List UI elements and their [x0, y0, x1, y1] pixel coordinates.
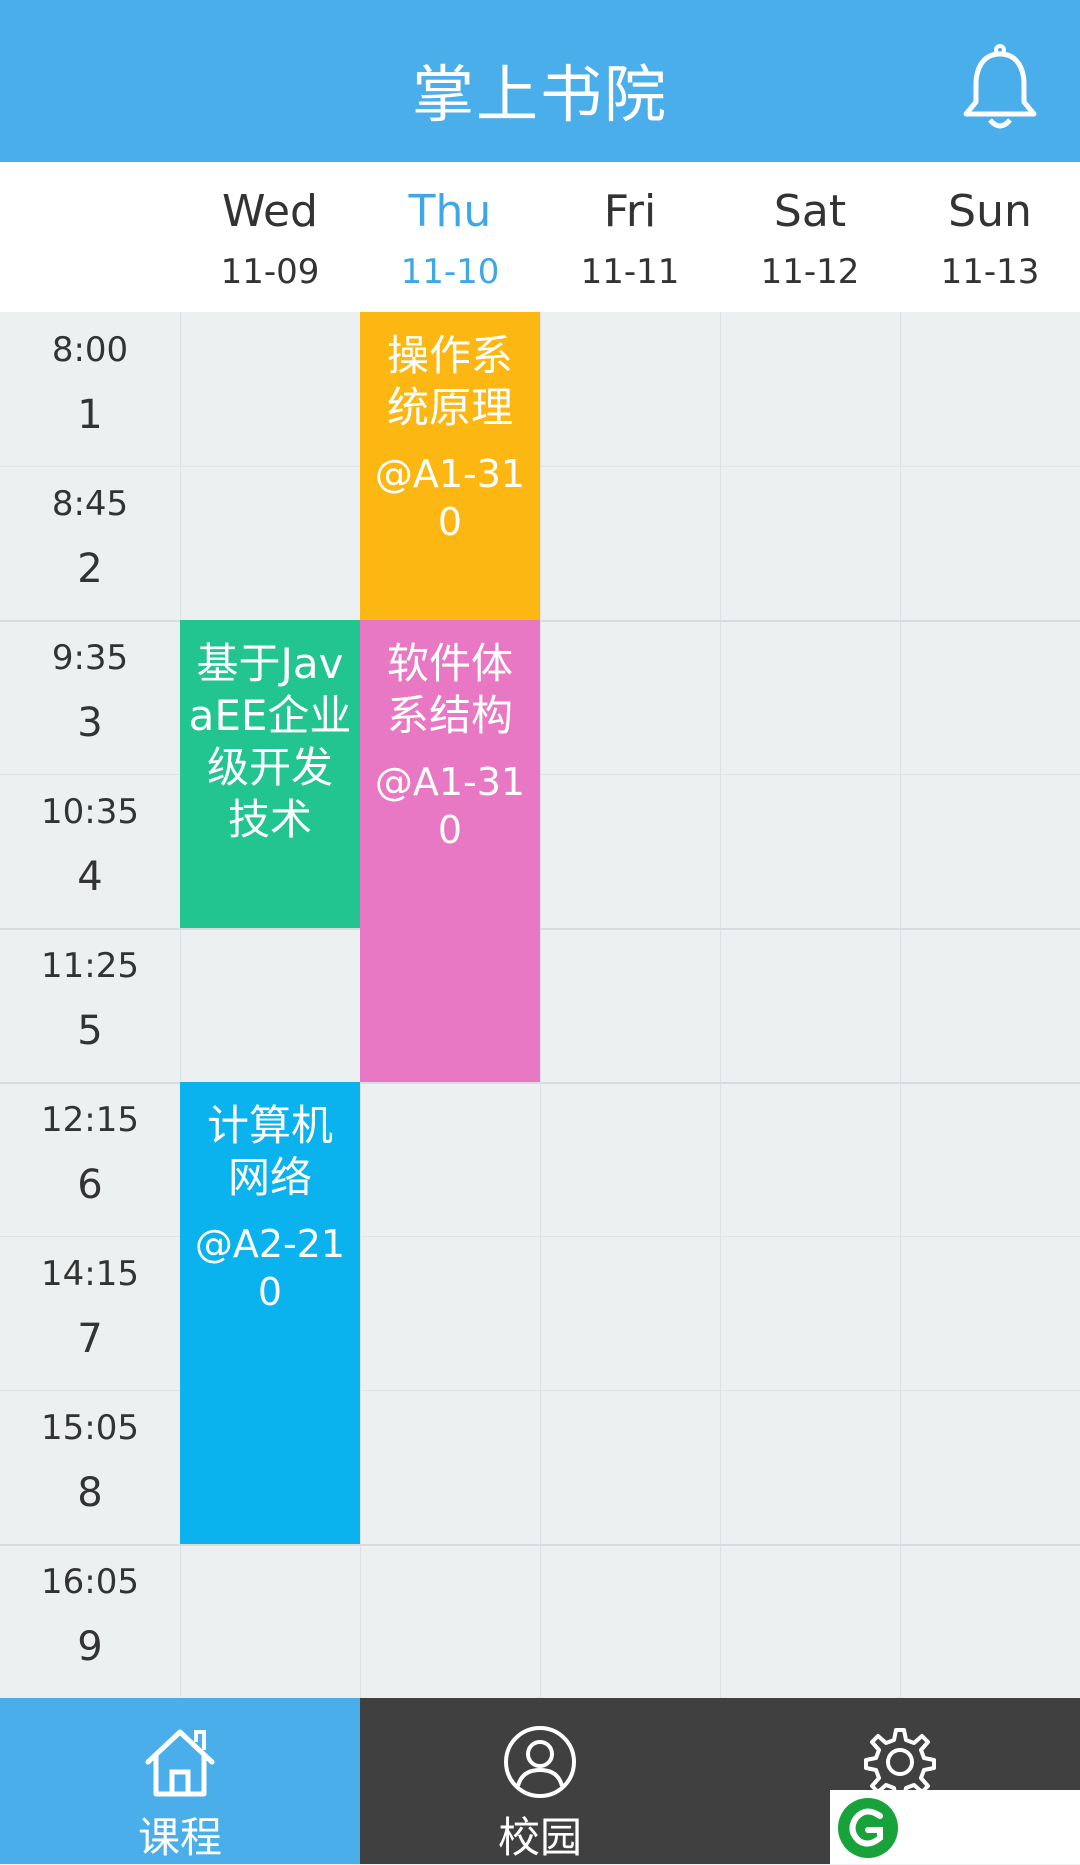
period-time: 8:45 [51, 484, 129, 524]
app-title: 掌上书院 [411, 58, 668, 131]
period-label: 14:15 7 [0, 1236, 180, 1390]
period-number: 8 [77, 1470, 103, 1516]
period-number: 4 [77, 854, 103, 900]
day-name: Fri [603, 186, 657, 237]
day-header-sun[interactable]: Sun 11-13 [900, 162, 1080, 312]
course-block-software-architecture[interactable]: 软件体系结构 @A1-310 [360, 620, 540, 1082]
period-label: 12:15 6 [0, 1082, 180, 1236]
bell-icon[interactable] [950, 40, 1050, 140]
day-header-row: Wed 11-09 Thu 11-10 Fri 11-11 Sat 11-12 … [0, 162, 1080, 322]
period-time: 10:35 [41, 792, 139, 832]
period-label: 10:35 4 [0, 774, 180, 928]
period-number: 5 [77, 1008, 103, 1054]
course-name: 操作系统原理 [386, 331, 513, 432]
period-number: 1 [77, 392, 103, 438]
period-time: 11:25 [41, 946, 139, 986]
user-icon [504, 1726, 576, 1798]
period-label: 15:05 8 [0, 1390, 180, 1544]
period-time: 16:05 [41, 1562, 139, 1602]
day-header-sat[interactable]: Sat 11-12 [720, 162, 900, 312]
course-block-javaee[interactable]: 基于JavaEE企业级开发技术 [180, 620, 360, 928]
day-name: Sun [948, 186, 1032, 237]
period-number: 2 [77, 546, 103, 592]
day-name: Sat [773, 186, 847, 237]
period-time: 14:15 [41, 1254, 139, 1294]
day-date: 11-09 [220, 252, 320, 292]
day-header-fri[interactable]: Fri 11-11 [540, 162, 720, 312]
grid-column-divider [900, 312, 901, 1698]
period-time: 8:00 [51, 330, 129, 370]
nav-tab-label: 课程 [137, 1813, 222, 1862]
day-header-thu[interactable]: Thu 11-10 [360, 162, 540, 322]
day-header-wed[interactable]: Wed 11-09 [180, 162, 360, 312]
brand-watermark [830, 1790, 1080, 1864]
period-label: 11:25 5 [0, 928, 180, 1082]
grid-column-divider [540, 312, 541, 1698]
grid-column-divider [720, 312, 721, 1698]
day-name: Thu [408, 186, 492, 237]
timetable-grid[interactable]: 8:00 1 8:45 2 9:35 3 10:35 4 11:25 5 12:… [0, 312, 1080, 1698]
course-name: 计算机网络 [206, 1101, 333, 1202]
day-date: 11-13 [940, 252, 1040, 292]
period-label: 9:35 3 [0, 620, 180, 774]
period-label: 8:00 1 [0, 312, 180, 466]
nav-tab-label: 校园 [497, 1813, 582, 1862]
logo-icon [838, 1798, 898, 1858]
period-time: 9:35 [51, 638, 129, 678]
period-label: 16:05 9 [0, 1544, 180, 1698]
course-name: 基于JavaEE企业级开发技术 [188, 639, 352, 844]
period-time: 15:05 [41, 1408, 139, 1448]
course-room: @A2-210 [194, 1222, 346, 1314]
day-date: 11-12 [760, 252, 860, 292]
course-room: @A1-310 [374, 452, 526, 544]
course-room: @A1-310 [374, 760, 526, 852]
nav-tab-campus[interactable]: 校园 [360, 1698, 720, 1864]
period-number: 3 [77, 700, 103, 746]
nav-tab-courses[interactable]: 课程 [0, 1698, 360, 1864]
day-name: Wed [222, 186, 318, 237]
period-time: 12:15 [41, 1100, 139, 1140]
period-number: 7 [77, 1316, 103, 1362]
app-header: 掌上书院 [0, 0, 1080, 162]
course-block-computer-networks[interactable]: 计算机网络 @A2-210 [180, 1082, 360, 1544]
course-block-os-principles[interactable]: 操作系统原理 @A1-310 [360, 312, 540, 620]
period-label: 8:45 2 [0, 466, 180, 620]
day-date: 11-10 [400, 252, 500, 292]
day-date: 11-11 [580, 252, 680, 292]
period-number: 9 [77, 1624, 103, 1670]
period-number: 6 [77, 1162, 103, 1208]
course-name: 软件体系结构 [386, 639, 513, 740]
home-icon [145, 1729, 215, 1797]
